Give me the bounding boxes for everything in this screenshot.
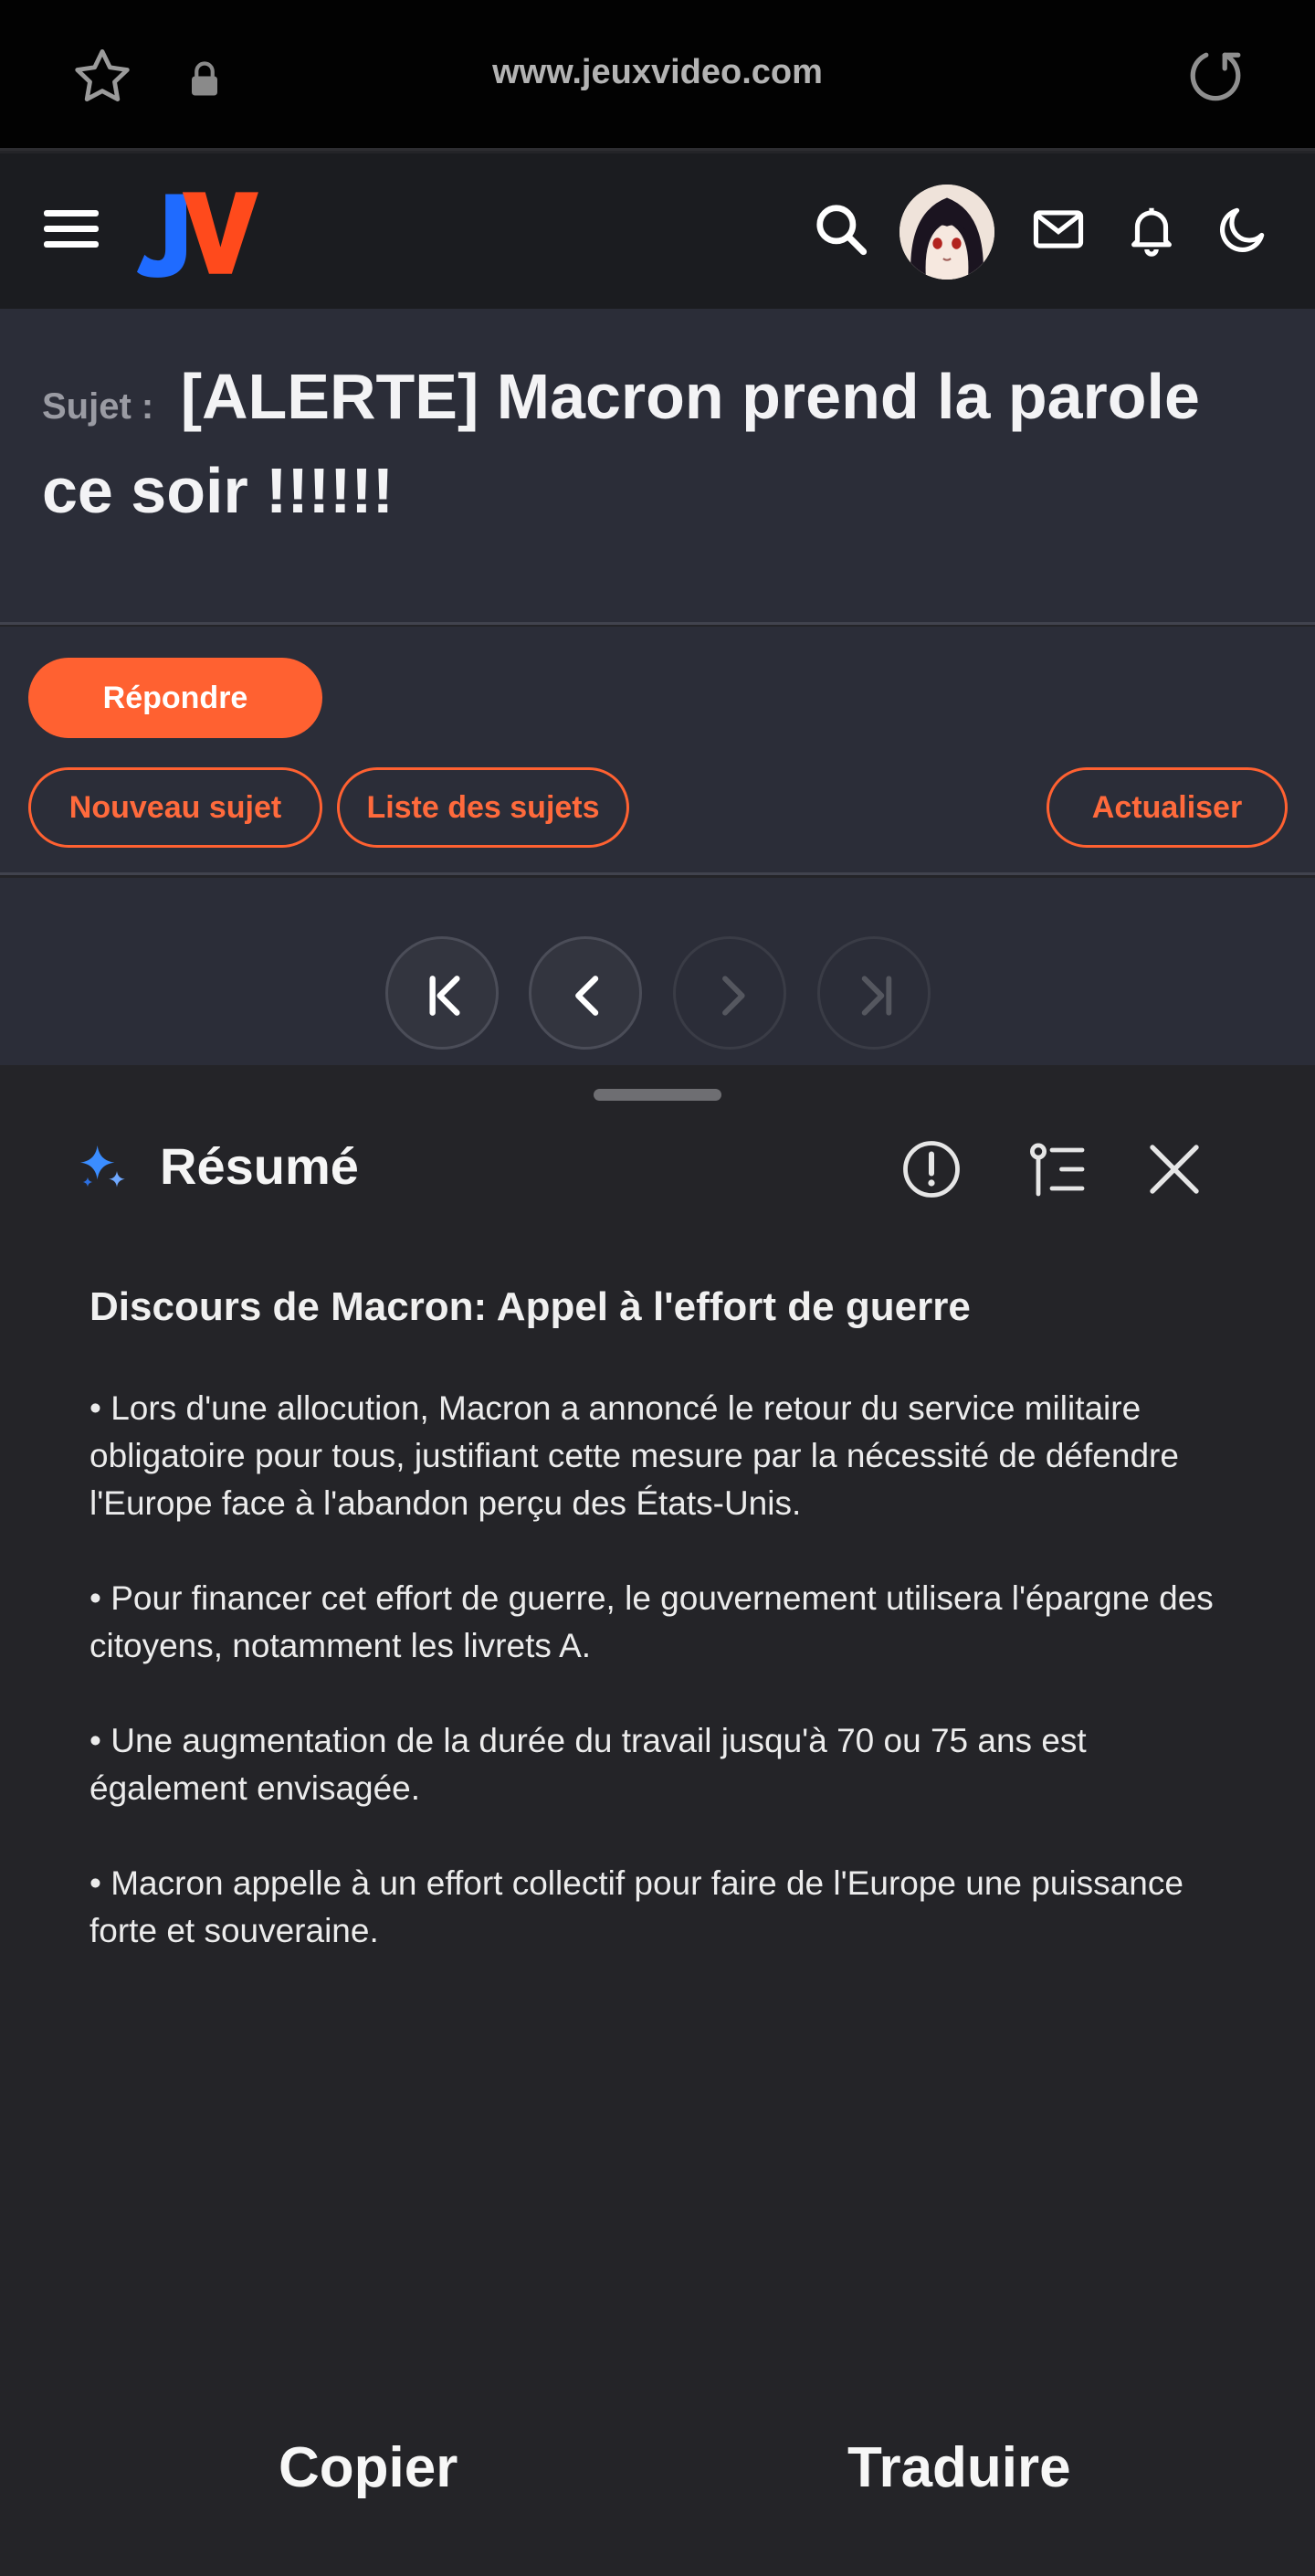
- reload-icon[interactable]: [1184, 44, 1247, 108]
- mail-icon[interactable]: [1030, 201, 1087, 258]
- first-page-button[interactable]: [385, 936, 499, 1050]
- refresh-button[interactable]: Actualiser: [1047, 767, 1288, 848]
- moon-icon[interactable]: [1215, 201, 1271, 258]
- last-page-button[interactable]: [817, 936, 931, 1050]
- summary-bullet: • Une augmentation de la durée du travai…: [89, 1722, 1087, 1807]
- chevron-right-icon: [722, 976, 745, 1016]
- new-topic-button[interactable]: Nouveau sujet: [28, 767, 322, 848]
- first-page-icon: [429, 976, 460, 1016]
- summary-bullet: • Pour financer cet effort de guerre, le…: [89, 1579, 1214, 1664]
- chevron-left-icon: [575, 976, 599, 1016]
- sheet-drag-handle[interactable]: [594, 1089, 721, 1101]
- bell-icon[interactable]: [1123, 201, 1180, 258]
- topic-title: Sujet : [ALERTE] Macron prend la parole …: [42, 354, 1284, 533]
- copy-button[interactable]: Copier: [279, 2435, 458, 2500]
- summary-sheet: Résumé Discours de Macron: Appel à l'eff…: [0, 1065, 1315, 2576]
- menu-icon[interactable]: [44, 210, 99, 254]
- summary-title: Résumé: [160, 1137, 359, 1195]
- pagination: [0, 878, 1315, 1065]
- browser-address-bar: www.jeuxvideo.com: [0, 0, 1315, 151]
- summary-bullet: • Lors d'une allocution, Macron a annonc…: [89, 1389, 1179, 1522]
- translate-button[interactable]: Traduire: [847, 2435, 1071, 2500]
- jv-logo[interactable]: [137, 185, 260, 280]
- reply-button[interactable]: Répondre: [28, 658, 322, 738]
- last-page-icon: [861, 976, 892, 1016]
- previous-page-button[interactable]: [529, 936, 642, 1050]
- summary-bullets: • Lors d'une allocution, Macron a annonc…: [89, 1385, 1249, 2002]
- sparkle-icon: [80, 1145, 125, 1188]
- next-page-button[interactable]: [673, 936, 786, 1050]
- avatar[interactable]: [899, 185, 994, 280]
- summary-settings-icon[interactable]: [1025, 1136, 1090, 1202]
- topic-list-button[interactable]: Liste des sujets: [337, 767, 629, 848]
- topic-actions: Répondre Nouveau sujet Liste des sujets …: [0, 627, 1315, 875]
- site-header: [0, 153, 1315, 309]
- summary-heading: Discours de Macron: Appel à l'effort de …: [89, 1284, 971, 1329]
- page: www.jeuxvideo.com Sujet: [ALERTE] Macro…: [0, 0, 1315, 2576]
- summary-bullet: • Macron appelle à un effort collectif p…: [89, 1864, 1184, 1949]
- topic-title-text: [ALERTE] Macron prend la parole ce soir …: [42, 361, 1200, 526]
- topic-prefix: Sujet :: [42, 386, 154, 427]
- topic-header: Sujet : [ALERTE] Macron prend la parole …: [0, 309, 1315, 625]
- search-icon[interactable]: [813, 201, 869, 258]
- report-icon[interactable]: [899, 1136, 964, 1202]
- close-icon[interactable]: [1141, 1136, 1207, 1202]
- url-text[interactable]: www.jeuxvideo.com: [0, 53, 1315, 92]
